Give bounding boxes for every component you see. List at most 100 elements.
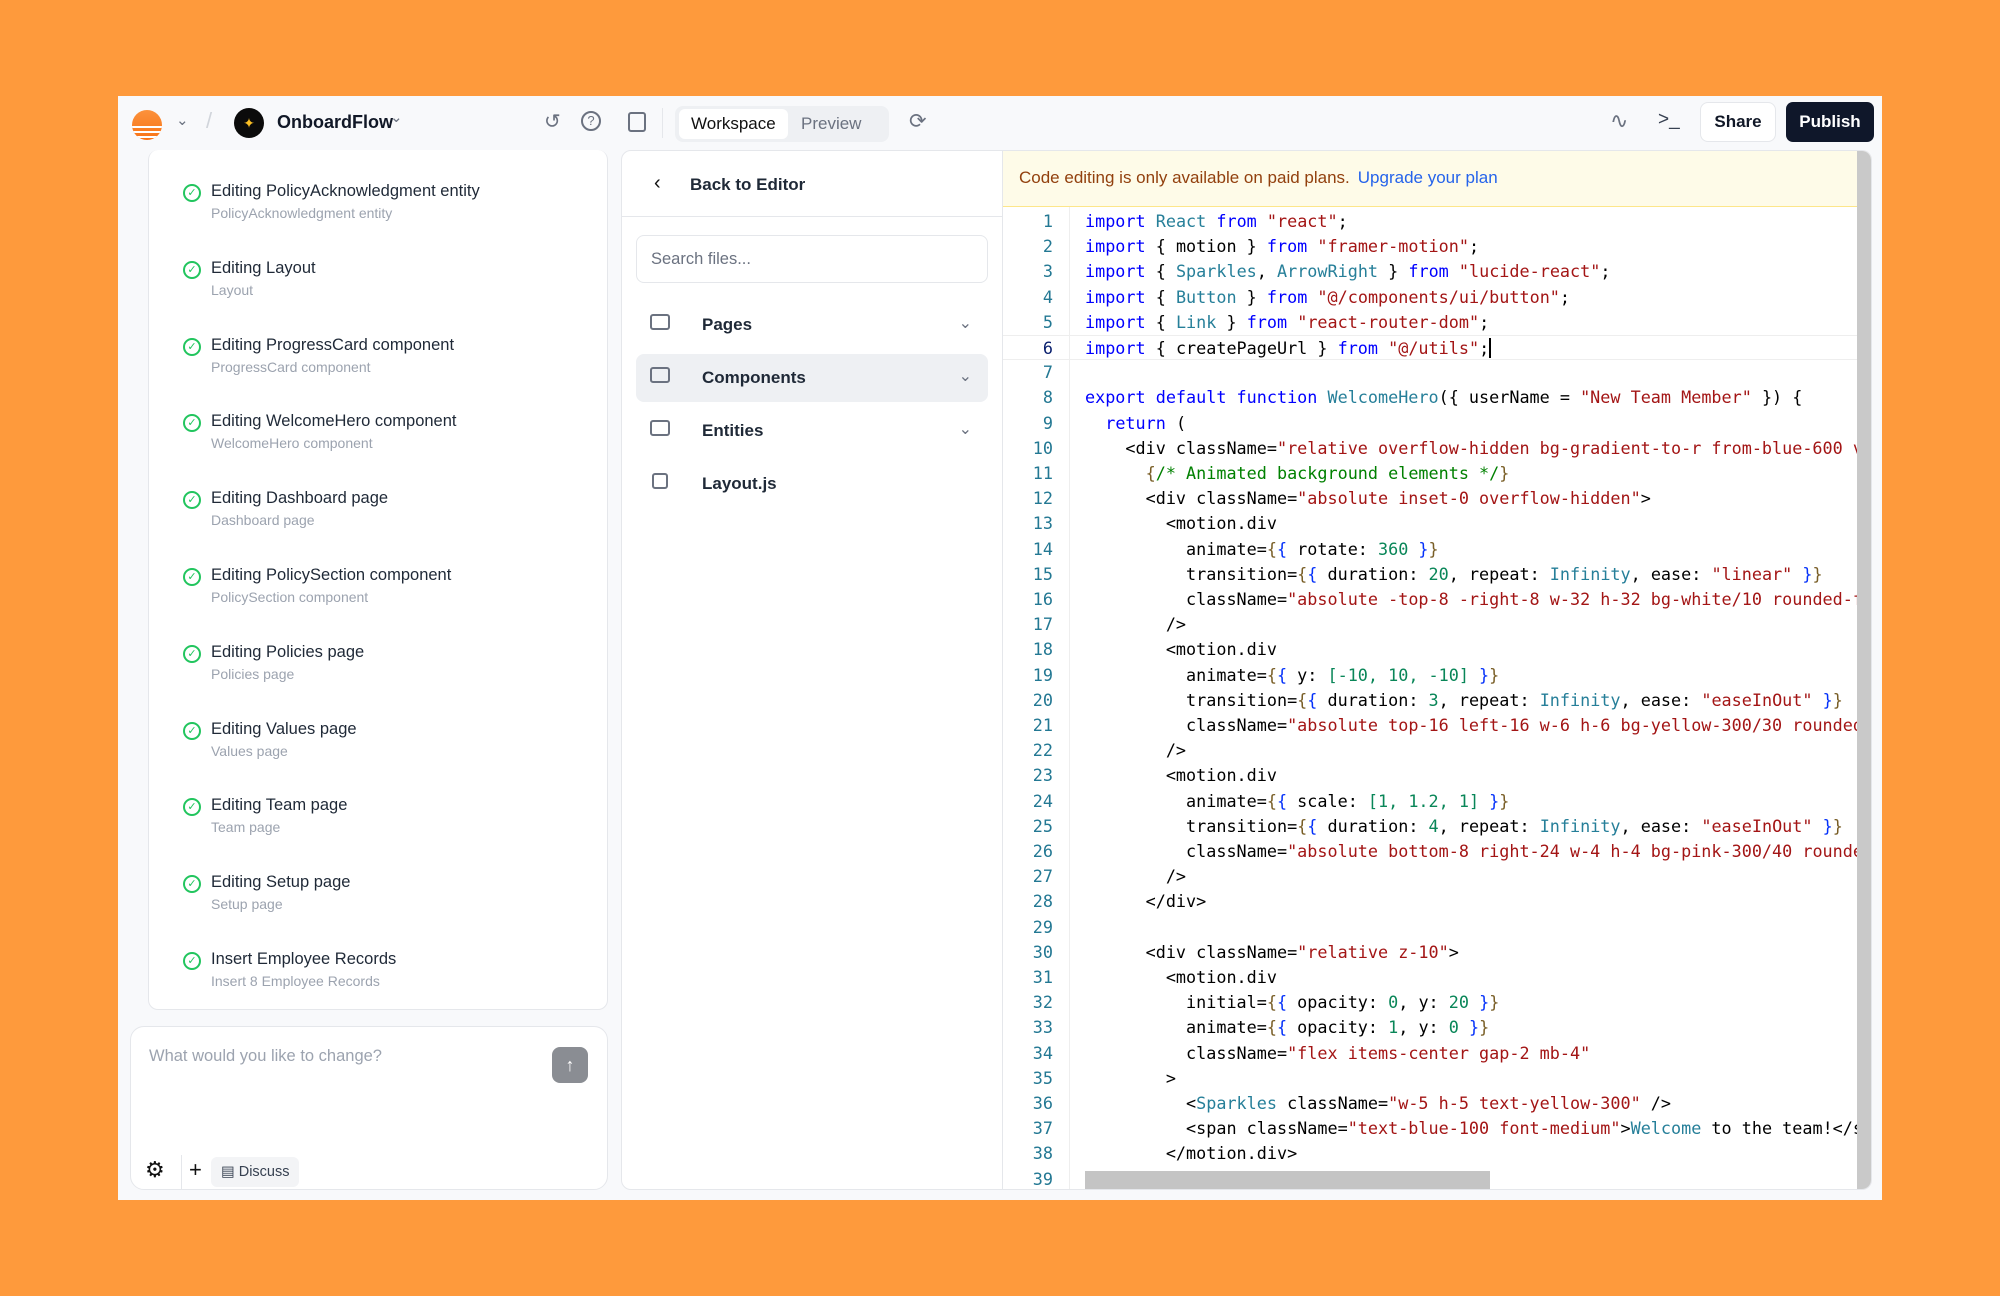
check-circle-icon: ✓ <box>183 184 201 202</box>
code-line: 13 <motion.div <box>1003 511 1871 536</box>
line-number: 32 <box>1003 990 1053 1015</box>
code-line: 35 > <box>1003 1066 1871 1091</box>
code-token: { <box>1267 992 1277 1012</box>
code-token: <div className= <box>1085 488 1297 508</box>
tab-preview[interactable]: Preview <box>789 109 873 139</box>
line-number: 21 <box>1003 713 1053 738</box>
discuss-button[interactable]: ▤ Discuss <box>211 1157 299 1187</box>
line-number: 20 <box>1003 688 1053 713</box>
code-token: } <box>1792 564 1812 584</box>
folder-pages[interactable]: Pages⌄ <box>636 301 988 349</box>
code-token: { <box>1297 816 1307 836</box>
publish-button[interactable]: Publish <box>1786 102 1874 142</box>
line-text: initial={{ opacity: 0, y: 20 }} <box>1085 990 1499 1015</box>
code-token: ; <box>1479 338 1489 358</box>
check-circle-icon: ✓ <box>183 568 201 586</box>
activity-icon[interactable]: ∿ <box>1610 110 1628 132</box>
line-text: transition={{ duration: 4, repeat: Infin… <box>1085 814 1843 839</box>
code-token: className= <box>1085 589 1287 609</box>
history-icon[interactable]: ↺ <box>544 112 561 132</box>
code-token: rotate: <box>1287 539 1378 559</box>
line-number: 37 <box>1003 1116 1053 1141</box>
code-token: "lucide-react" <box>1459 261 1600 281</box>
history-subtitle: WelcomeHero component <box>211 435 373 451</box>
horizontal-scrollbar[interactable] <box>1085 1171 1490 1190</box>
line-text: <motion.div <box>1085 763 1277 788</box>
code-token: "@/utils" <box>1388 338 1479 358</box>
help-icon[interactable]: ? <box>581 111 601 131</box>
code-token: 360 <box>1378 539 1408 559</box>
send-button[interactable]: ↑ <box>552 1047 588 1083</box>
line-number: 12 <box>1003 486 1053 511</box>
code-token: animate= <box>1085 1017 1267 1037</box>
file-layout[interactable]: Layout.js <box>636 460 988 508</box>
chevron-down-icon[interactable]: ⌄ <box>176 113 189 128</box>
code-token: ; <box>1600 261 1610 281</box>
code-token: { <box>1297 690 1307 710</box>
code-line: 19 animate={{ y: [-10, 10, -10] }} <box>1003 663 1871 688</box>
tab-workspace[interactable]: Workspace <box>679 109 788 139</box>
line-text: <div className="relative overflow-hidden… <box>1085 436 1872 461</box>
history-title: Editing Policies page <box>211 643 364 662</box>
back-to-editor-button[interactable]: ‹ Back to Editor <box>622 151 1002 217</box>
panel-toggle-icon[interactable] <box>628 112 646 132</box>
code-token: className= <box>1085 1043 1287 1063</box>
history-subtitle: Policies page <box>211 666 294 682</box>
code-line: 30 <div className="relative z-10"> <box>1003 940 1871 965</box>
view-tabs: Workspace Preview <box>675 106 889 142</box>
history-title: Editing WelcomeHero component <box>211 412 457 431</box>
upgrade-link[interactable]: Upgrade your plan <box>1358 168 1498 187</box>
check-circle-icon: ✓ <box>183 875 201 893</box>
file-search-input[interactable]: Search files... <box>636 235 988 283</box>
code-line: 17 /> <box>1003 612 1871 637</box>
folder-entities[interactable]: Entities⌄ <box>636 407 988 455</box>
chat-input-box[interactable]: What would you like to change? ↑ ⚙ + ▤ D… <box>130 1026 608 1190</box>
code-line: 15 transition={{ duration: 20, repeat: I… <box>1003 562 1871 587</box>
line-text: animate={{ rotate: 360 }} <box>1085 537 1439 562</box>
code-line: 3import { Sparkles, ArrowRight } from "l… <box>1003 259 1871 284</box>
line-number: 3 <box>1003 259 1053 284</box>
plus-icon[interactable]: + <box>189 1159 202 1181</box>
code-token: 0 <box>1449 1017 1459 1037</box>
line-text: className="absolute -top-8 -right-8 w-32… <box>1085 587 1872 612</box>
code-token: Sparkles <box>1176 261 1257 281</box>
line-number: 26 <box>1003 839 1053 864</box>
code-token: "react-router-dom" <box>1297 312 1479 332</box>
line-number: 23 <box>1003 763 1053 788</box>
code-token: } <box>1499 791 1509 811</box>
text-cursor <box>1489 338 1491 358</box>
code-token: ; <box>1338 211 1348 231</box>
code-token: <div className= <box>1085 438 1277 458</box>
code-token: import <box>1085 338 1156 358</box>
terminal-icon[interactable]: >_ <box>1658 110 1680 129</box>
code-token: from <box>1247 312 1298 332</box>
check-circle-icon: ✓ <box>183 952 201 970</box>
code-line: 6import { createPageUrl } from "@/utils"… <box>1003 335 1871 360</box>
code-line: 36 <Sparkles className="w-5 h-5 text-yel… <box>1003 1091 1871 1116</box>
code-editor[interactable]: Code editing is only available on paid p… <box>1003 150 1872 1190</box>
code-token: <motion.div <box>1085 639 1277 659</box>
chat-input[interactable]: What would you like to change? <box>149 1047 382 1066</box>
folder-components[interactable]: Components⌄ <box>636 354 988 402</box>
banner-text: Code editing is only available on paid p… <box>1019 168 1350 187</box>
app-chevron-icon[interactable]: ⌄ <box>390 110 403 125</box>
refresh-icon[interactable]: ⟳ <box>909 111 927 132</box>
check-circle-icon: ✓ <box>183 722 201 740</box>
code-token: "relative z-10" <box>1297 942 1449 962</box>
line-text: /> <box>1085 738 1186 763</box>
share-button[interactable]: Share <box>1700 102 1776 142</box>
code-line: 5import { Link } from "react-router-dom"… <box>1003 310 1871 335</box>
code-token: < <box>1085 1093 1196 1113</box>
line-text: import { motion } from "framer-motion"; <box>1085 234 1479 259</box>
logo-icon[interactable] <box>132 110 162 140</box>
settings-icon[interactable]: ⚙ <box>145 1159 165 1181</box>
line-number: 39 <box>1003 1167 1053 1190</box>
line-number: 9 <box>1003 411 1053 436</box>
app-name[interactable]: OnboardFlow <box>277 112 393 133</box>
code-line: 4import { Button } from "@/components/ui… <box>1003 285 1871 310</box>
code-line: 20 transition={{ duration: 3, repeat: In… <box>1003 688 1871 713</box>
line-text: /> <box>1085 612 1186 637</box>
line-text: </div> <box>1085 889 1206 914</box>
vertical-scrollbar[interactable] <box>1857 151 1871 1190</box>
code-token: Infinity <box>1550 564 1631 584</box>
